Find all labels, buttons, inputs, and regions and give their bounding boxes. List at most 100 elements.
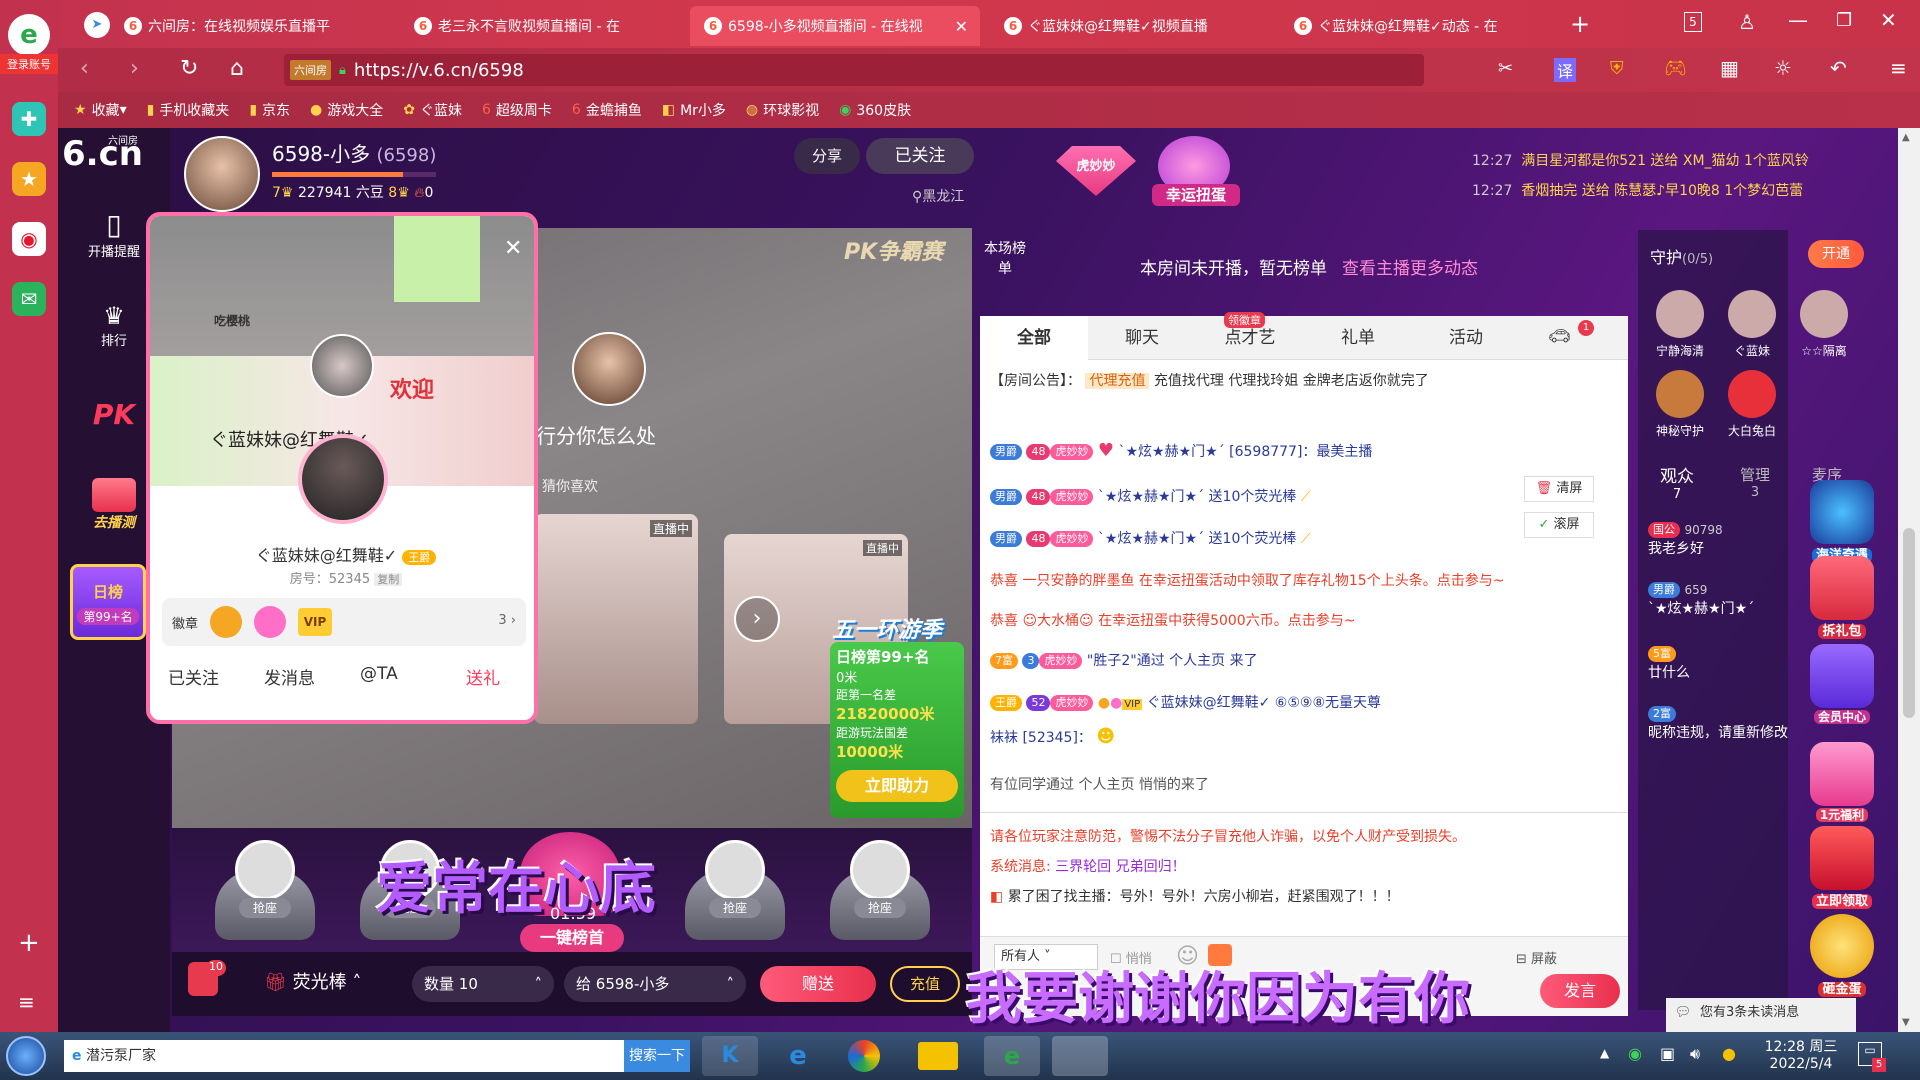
tab-gifts[interactable]: 礼单: [1304, 316, 1412, 360]
mail-icon[interactable]: ✉: [12, 282, 46, 316]
app-plus-icon[interactable]: ✚: [12, 102, 46, 136]
system-congrats[interactable]: 恭喜 一只安静的胖墨鱼 在幸运扭蛋活动中领取了库存礼物15个上头条。点击参与~: [990, 570, 1504, 590]
claim-now-entry[interactable]: 立即领取: [1800, 826, 1884, 909]
one-yuan-benefit-entry[interactable]: 1元福利: [1800, 742, 1884, 823]
member-center-entry[interactable]: 会员中心: [1800, 644, 1884, 725]
bookmark-item[interactable]: ◉ 360皮肤: [839, 100, 911, 120]
copy-button[interactable]: 复制: [374, 573, 403, 586]
medal-row[interactable]: 徽章 VIP 3 ›: [162, 598, 526, 646]
k-app-icon[interactable]: K: [702, 1036, 758, 1076]
guard-item[interactable]: ぐ蓝妹: [1722, 290, 1782, 359]
shield-icon[interactable]: ⛨: [1610, 58, 1624, 79]
anchor-name[interactable]: 6598-小多: [272, 142, 370, 166]
browser-logo-icon[interactable]: e: [8, 14, 50, 56]
ocean-adventure-entry[interactable]: 海洋奇遇: [1800, 480, 1884, 563]
nav-start-broadcast[interactable]: 去播测: [76, 478, 152, 532]
undo-icon[interactable]: ↶: [1830, 56, 1847, 80]
viewer-item[interactable]: 5富 廿什么: [1648, 646, 1690, 682]
share-button[interactable]: 分享: [794, 138, 860, 174]
close-window-icon[interactable]: ✕: [1880, 8, 1897, 32]
game-icon[interactable]: 🎮︎: [1664, 58, 1687, 79]
seat[interactable]: 抢座: [675, 840, 795, 950]
folder-icon[interactable]: [918, 1042, 958, 1070]
new-tab-icon[interactable]: +: [1570, 10, 1590, 38]
ranking-link[interactable]: 查看主播更多动态: [1342, 254, 1478, 279]
scissors-icon[interactable]: ✂: [1498, 58, 1513, 79]
chat-message[interactable]: 7富 3 虎妙妙 "胜子2"通过 个人主页 来了: [990, 650, 1258, 670]
one-click-top-button[interactable]: 一键榜首: [520, 924, 624, 952]
promo-button[interactable]: 立即助力: [836, 770, 958, 802]
recharge-button[interactable]: 充值: [890, 966, 960, 1002]
tab-3-active[interactable]: 6 6598-小多视频直播间 - 在线视 ✕: [690, 6, 980, 46]
unread-messages-bar[interactable]: 💬︎ 您有3条未读消息: [1666, 998, 1856, 1032]
minimize-icon[interactable]: —: [1788, 8, 1808, 32]
bookmark-item[interactable]: ◍ 环球影视: [746, 100, 819, 120]
app-thumbnail-icon[interactable]: [1052, 1036, 1108, 1076]
chat-message[interactable]: 男爵 48 虎妙妙 `★炫★赫★门★´ 送10个荧光棒 ⟋: [990, 528, 1311, 548]
login-button[interactable]: 登录账号: [0, 54, 58, 74]
profile-avatar[interactable]: [298, 434, 388, 524]
bookmark-item[interactable]: ● 游戏大全: [310, 100, 383, 120]
taskbar-search-button[interactable]: 搜索一下: [624, 1040, 690, 1072]
gift-selector[interactable]: 🎁︎ 荧光棒 ˄: [264, 968, 361, 994]
page-scrollbar[interactable]: ▲ ▼: [1898, 128, 1920, 1032]
360-browser-icon[interactable]: e: [984, 1036, 1040, 1076]
seat[interactable]: 抢座: [820, 840, 940, 950]
recipient-field[interactable]: 给 6598-小多 ˄: [564, 966, 746, 1002]
bookmark-item[interactable]: ★ 收藏 ▾: [74, 100, 127, 120]
tab-audience[interactable]: 观众 7: [1660, 462, 1694, 502]
seat[interactable]: 抢座: [205, 840, 325, 950]
tray-app-icon[interactable]: ●: [1722, 1044, 1736, 1063]
menu-icon[interactable]: ≡: [1890, 56, 1907, 80]
promo-message[interactable]: ◧ 累了困了找主播：号外！号外！六房小柳岩，赶紧围观了！！！: [990, 886, 1400, 906]
tab-2[interactable]: 6 老三永不言败视频直播间 - 在: [400, 6, 640, 46]
tab-admins[interactable]: 管理 3: [1740, 464, 1770, 500]
menu-list-icon[interactable]: ≡: [18, 990, 35, 1014]
favorite-star-icon[interactable]: ★: [12, 162, 46, 196]
chat-message[interactable]: 有位同学通过 个人主页 悄悄的来了: [990, 774, 1209, 794]
bookmark-item[interactable]: 6 超级周卡: [482, 100, 552, 120]
bookmark-item[interactable]: ▮ 京东: [249, 100, 290, 120]
viewer-item[interactable]: 2富 昵称违规，请重新修改: [1648, 706, 1788, 742]
give-gift-button[interactable]: 赠送: [760, 966, 876, 1002]
tab-all[interactable]: 全部: [980, 316, 1088, 360]
home-icon[interactable]: ⌂: [230, 56, 244, 81]
tray-volume-icon[interactable]: 🔊︎: [1690, 1044, 1700, 1064]
navigate-icon[interactable]: ➤: [84, 12, 110, 38]
start-button[interactable]: [6, 1036, 46, 1076]
anchor-small-avatar[interactable]: [572, 332, 646, 406]
anchor-avatar[interactable]: [184, 136, 260, 212]
forward-icon[interactable]: ›: [130, 56, 139, 81]
chat-message[interactable]: 男爵 48 虎妙妙 ♥ `★炫★赫★门★´ [6598777]：最美主播: [990, 440, 1372, 461]
bookmark-item[interactable]: ✿ ぐ蓝妹: [403, 100, 462, 120]
refresh-icon[interactable]: ↻: [180, 56, 198, 81]
grid-icon[interactable]: ▦: [1720, 56, 1739, 80]
restore-icon[interactable]: ❐: [1836, 10, 1852, 31]
guard-item[interactable]: ☆☆隔离: [1794, 290, 1854, 359]
translate-button[interactable]: 译: [1554, 58, 1577, 82]
chat-message[interactable]: 袜袜 [52345]： ☻: [990, 726, 1115, 747]
open-guard-button[interactable]: 开通: [1808, 240, 1864, 268]
next-arrow-icon[interactable]: ›: [734, 596, 780, 642]
viewer-item[interactable]: 国公 90798 我老乡好: [1648, 522, 1723, 558]
chat-message[interactable]: 王爵 52 虎妙妙 ●● VIP ぐ蓝妹妹@红舞鞋✓ ⑥⑤⑨⑧无量天尊: [990, 692, 1381, 712]
tab-1[interactable]: 6 六间房：在线视频娱乐直播平: [110, 6, 350, 46]
bookmark-item[interactable]: 6 金蟾捕鱼: [572, 100, 642, 120]
tab-activity[interactable]: 活动: [1412, 316, 1520, 360]
tray-360-icon[interactable]: ◉: [1628, 1044, 1642, 1063]
gift-pack-entry[interactable]: 拆礼包: [1800, 556, 1884, 639]
url-field[interactable]: 六间房 🔒︎ https://v.6.cn/6598: [284, 54, 1424, 86]
auto-scroll-button[interactable]: ✓ 滚屏: [1524, 512, 1594, 538]
back-icon[interactable]: ‹: [80, 56, 89, 81]
add-sidebar-icon[interactable]: +: [18, 928, 40, 958]
tray-arrow-icon[interactable]: ▲: [1600, 1046, 1609, 1060]
send-message-button[interactable]: 发言: [1540, 974, 1620, 1008]
guard-item[interactable]: 宁静海清: [1650, 290, 1710, 359]
close-tab-icon[interactable]: ✕: [955, 17, 968, 36]
tab-5[interactable]: 6 ぐ蓝妹妹@红舞鞋✓动态 - 在: [1280, 6, 1530, 46]
viewer-item[interactable]: 男爵 659 `★炫★赫★门★´: [1648, 582, 1754, 618]
followed-action[interactable]: 已关注: [168, 664, 219, 689]
ie-browser-icon[interactable]: e: [770, 1036, 826, 1076]
quantity-field[interactable]: 数量 10 ˄: [412, 966, 554, 1002]
lucky-egg-label[interactable]: 幸运扭蛋: [1152, 184, 1240, 206]
